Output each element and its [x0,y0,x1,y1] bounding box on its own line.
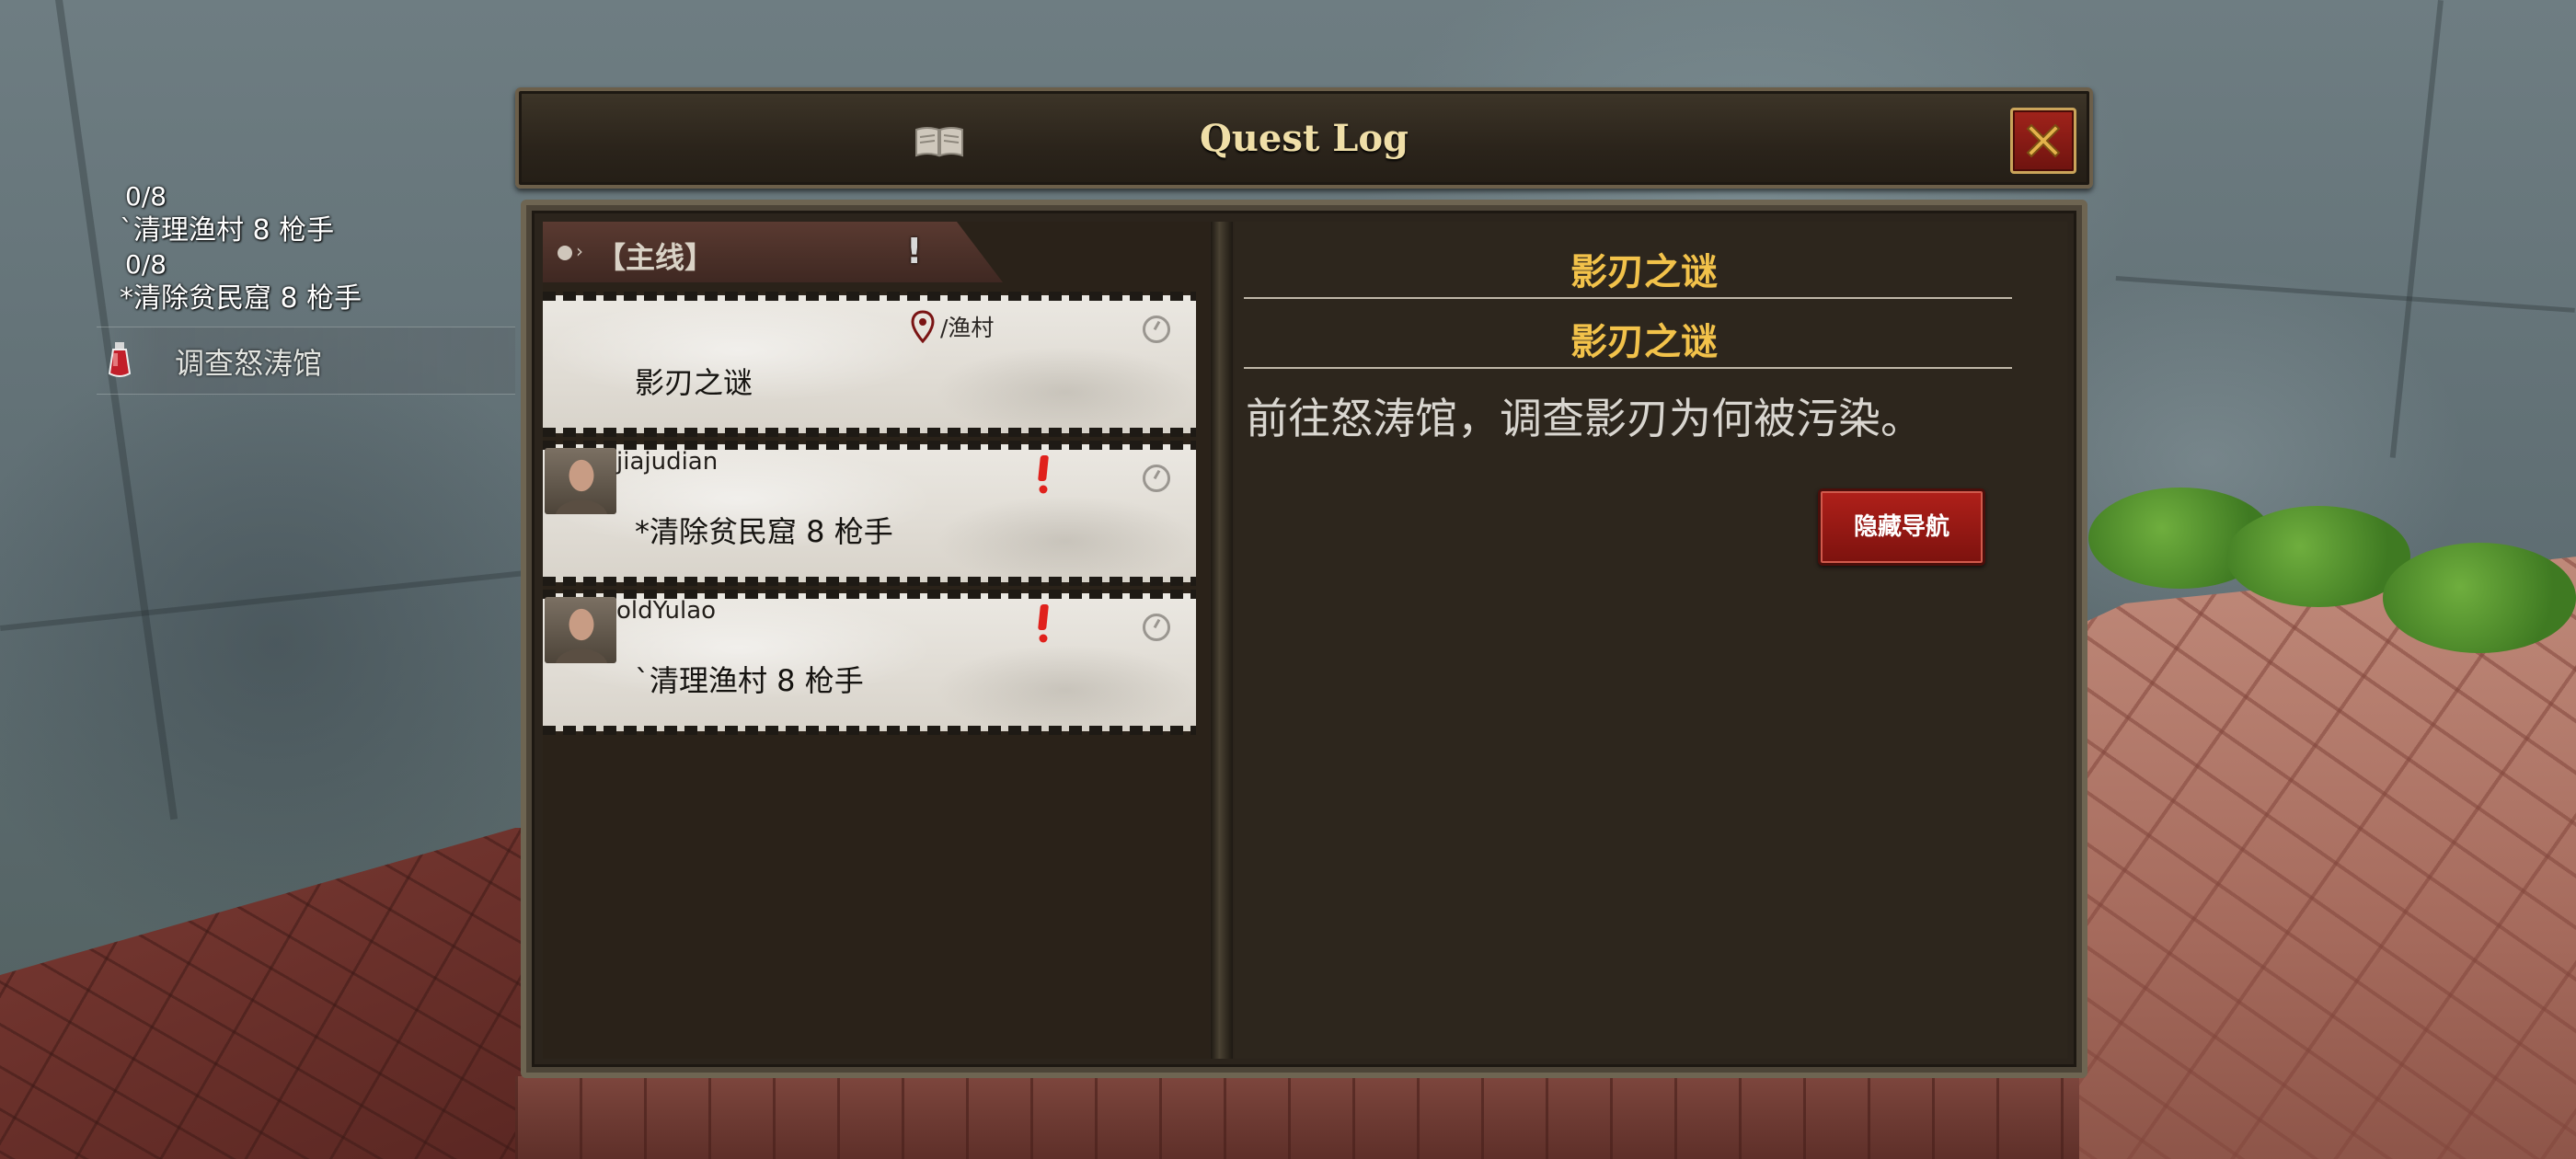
quest-giver: oldYulao [616,597,717,625]
quest-category-header[interactable]: › 【主线】 ! [543,222,1003,282]
timer-icon [1143,316,1170,343]
quest-objective-title: 影刃之谜 [1570,321,1718,363]
alert-exclamation-icon [1038,455,1049,494]
chevron-right-icon: › [576,240,583,262]
quest-giver: jiajudian [616,448,719,476]
quest-name: *清除贫民窟 8 枪手 [635,514,893,549]
grass-bush [2383,543,2576,653]
hud-quest-line: *清除贫民窟 8 枪手 [120,282,362,315]
potion-flask-icon [108,342,132,377]
hud-tracked-quest-label: 调查怒涛馆 [175,346,323,381]
hide-navigation-button[interactable]: 隐藏导航 [1818,488,1985,566]
location-pin-icon [911,310,935,343]
quest-tracker-hud: 0/8 `清理渔村 8 枪手 0/8 *清除贫民窟 8 枪手 [120,179,362,316]
npc-avatar [545,448,616,514]
window-titlebar: Quest Log [515,87,2093,189]
hud-quest-line: `清理渔村 8 枪手 [120,214,335,247]
window-body: › 【主线】 ! /渔村 影刃之谜 jiajudian *清除贫民窟 8 枪手 … [521,200,2087,1078]
quest-list-pane: › 【主线】 ! /渔村 影刃之谜 jiajudian *清除贫民窟 8 枪手 … [543,222,1210,1059]
quest-card[interactable]: /渔村 影刃之谜 [543,292,1196,437]
hud-tracked-quest[interactable]: 调查怒涛馆 [97,327,515,395]
quest-category-label: 【主线】 [596,240,715,275]
quest-detail-pane: 影刃之谜 影刃之谜 前往怒涛馆，调查影刃为何被污染。 隐藏导航 [1235,222,2067,1059]
divider [1244,367,2012,369]
close-button[interactable] [2010,108,2076,174]
close-x-icon [2026,123,2061,158]
hud-progress-count: 0/8 [125,249,167,280]
window-title: Quest Log [1199,117,1409,160]
quest-card[interactable]: oldYulao `清理渔村 8 枪手 [543,590,1196,735]
bullet-icon [558,246,572,260]
timer-icon [1143,614,1170,641]
quest-description: 前往怒涛馆，调查影刃为何被污染。 [1246,394,1923,443]
brick-floor [515,1076,2079,1159]
timer-icon [1143,465,1170,492]
quest-detail-title: 影刃之谜 [1570,251,1718,293]
alert-exclamation-icon [1038,604,1049,643]
pane-divider-scrollbar[interactable] [1211,222,1233,1059]
hud-progress-count: 0/8 [125,181,167,212]
exclamation-icon: ! [906,231,923,271]
divider [1244,297,2012,299]
quest-name: 影刃之谜 [635,365,753,400]
quest-card[interactable]: jiajudian *清除贫民窟 8 枪手 [543,441,1196,586]
quest-name: `清理渔村 8 枪手 [635,663,864,698]
quest-location: /渔村 [940,315,995,341]
quest-log-window: Quest Log › 【主线】 ! /渔村 影刃之谜 jiajudian *清… [515,87,2093,1085]
npc-avatar [545,597,616,663]
